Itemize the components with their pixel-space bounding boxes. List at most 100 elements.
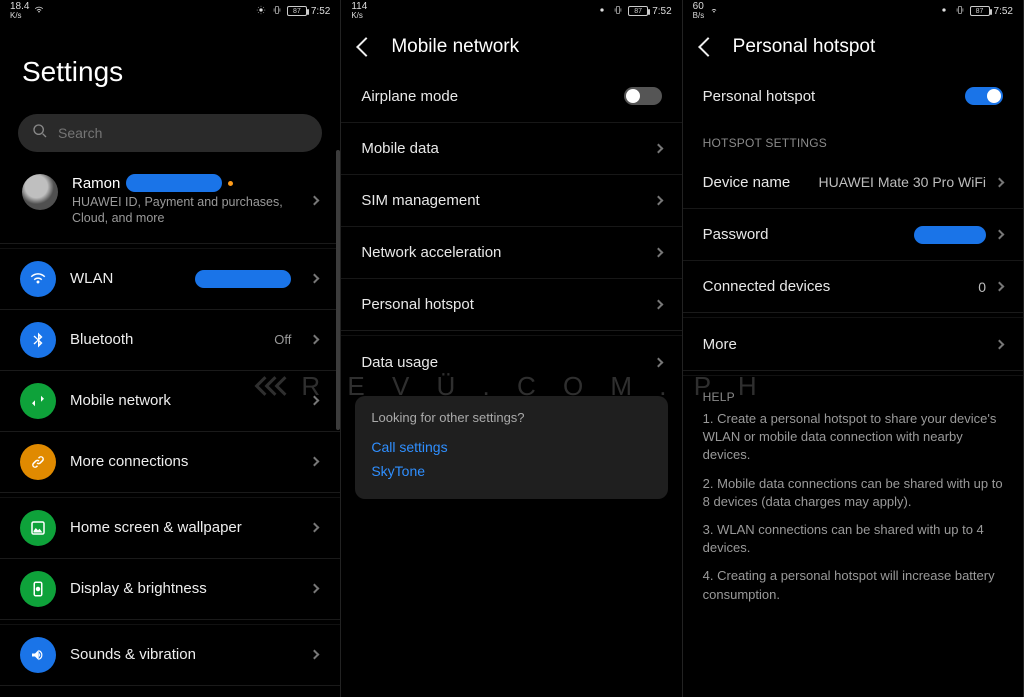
avatar bbox=[22, 174, 58, 210]
row-value: Off bbox=[274, 332, 291, 347]
chevron-right-icon bbox=[653, 248, 663, 258]
row-label: Personal hotspot bbox=[703, 88, 955, 105]
eye-care-icon bbox=[255, 5, 267, 18]
toggle-switch[interactable] bbox=[624, 87, 662, 105]
page-title: Settings bbox=[0, 22, 340, 106]
row-label: WLAN bbox=[70, 270, 181, 287]
related-settings-card: Looking for other settings? Call setting… bbox=[355, 396, 667, 499]
status-bar: 18.4K/s 87 7:52 bbox=[0, 0, 340, 22]
row-airplane-mode[interactable]: Airplane mode bbox=[341, 70, 681, 122]
notification-dot-icon bbox=[228, 181, 233, 186]
mobile-network-screen: 114K/s 87 7:52 Mobile network Airplane m… bbox=[341, 0, 682, 697]
row-label: More bbox=[703, 336, 986, 353]
wifi-icon bbox=[708, 5, 720, 18]
page-title: Mobile network bbox=[391, 36, 519, 58]
help-item: 3. WLAN connections can be shared with u… bbox=[703, 521, 1003, 557]
row-data-usage[interactable]: Data usage bbox=[341, 336, 681, 388]
vibrate-icon bbox=[612, 5, 624, 18]
settings-row-bluetooth[interactable]: BluetoothOff bbox=[0, 309, 340, 370]
battery-icon: 87 bbox=[970, 6, 990, 16]
settings-list: Data usage bbox=[341, 336, 681, 388]
personal-hotspot-screen: 60B/s 87 7:52 Personal hotspot Personal … bbox=[683, 0, 1024, 697]
row-label: Home screen & wallpaper bbox=[70, 519, 291, 536]
row-mobile-data[interactable]: Mobile data bbox=[341, 122, 681, 174]
more-row[interactable]: More bbox=[683, 318, 1023, 370]
row-network-acceleration[interactable]: Network acceleration bbox=[341, 226, 681, 278]
row-label: Data usage bbox=[361, 354, 644, 371]
row-password[interactable]: Password bbox=[683, 208, 1023, 260]
chevron-right-icon bbox=[995, 177, 1005, 187]
chevron-right-icon bbox=[310, 650, 320, 660]
section-title: HOTSPOT SETTINGS bbox=[683, 122, 1023, 156]
settings-row-wlan[interactable]: WLAN bbox=[0, 249, 340, 309]
row-label: Airplane mode bbox=[361, 88, 613, 105]
link-skytone[interactable]: SkyTone bbox=[371, 459, 651, 483]
back-button[interactable] bbox=[698, 37, 718, 57]
settings-row-home-screen-wallpaper[interactable]: Home screen & wallpaper bbox=[0, 498, 340, 558]
row-personal-hotspot[interactable]: Personal hotspot bbox=[341, 278, 681, 330]
toggle-switch[interactable] bbox=[965, 87, 1003, 105]
chevron-right-icon bbox=[653, 196, 663, 206]
row-label: Personal hotspot bbox=[361, 296, 644, 313]
row-label: Display & brightness bbox=[70, 580, 291, 597]
profile-name: Ramon bbox=[72, 175, 120, 192]
search-icon bbox=[32, 123, 48, 144]
chevron-right-icon bbox=[310, 457, 320, 467]
hotspot-master-toggle-row[interactable]: Personal hotspot bbox=[683, 70, 1023, 122]
row-sim-management[interactable]: SIM management bbox=[341, 174, 681, 226]
value-redacted bbox=[195, 270, 291, 288]
bluetooth-icon bbox=[20, 322, 56, 358]
chevron-right-icon bbox=[653, 300, 663, 310]
battery-icon: 87 bbox=[287, 6, 307, 16]
row-value: HUAWEI Mate 30 Pro WiFi bbox=[818, 174, 986, 190]
search-field[interactable] bbox=[58, 125, 308, 141]
settings-row-more-connections[interactable]: More connections bbox=[0, 431, 340, 492]
settings-list: WLAN BluetoothOff Mobile network More conne… bbox=[0, 249, 340, 697]
settings-row-sounds-vibration[interactable]: Sounds & vibration bbox=[0, 625, 340, 685]
vibrate-icon bbox=[954, 5, 966, 18]
profile-surname-redacted bbox=[126, 174, 222, 192]
eye-care-icon bbox=[938, 5, 950, 18]
status-bar: 114K/s 87 7:52 bbox=[341, 0, 681, 22]
back-button[interactable] bbox=[356, 37, 376, 57]
settings-list: Airplane mode Mobile data SIM management Ne… bbox=[341, 70, 681, 330]
value-redacted bbox=[914, 226, 986, 244]
link-call-settings[interactable]: Call settings bbox=[371, 435, 651, 459]
battery-icon: 87 bbox=[628, 6, 648, 16]
row-label: Password bbox=[703, 226, 904, 243]
wifi-icon bbox=[33, 5, 45, 18]
row-label: Mobile data bbox=[361, 140, 644, 157]
settings-row-notifications[interactable]: Notifications bbox=[0, 685, 340, 697]
help-item: 4. Creating a personal hotspot will incr… bbox=[703, 567, 1003, 603]
chevron-right-icon bbox=[653, 357, 663, 367]
search-input[interactable] bbox=[18, 114, 322, 152]
row-label: Device name bbox=[703, 174, 809, 191]
network-icon bbox=[20, 383, 56, 419]
clock: 7:52 bbox=[652, 6, 671, 17]
profile-row[interactable]: Ramon HUAWEI ID, Payment and purchases, … bbox=[0, 170, 340, 243]
row-label: Mobile network bbox=[70, 392, 291, 409]
row-label: Network acceleration bbox=[361, 244, 644, 261]
row-device-name[interactable]: Device name HUAWEI Mate 30 Pro WiFi bbox=[683, 156, 1023, 208]
settings-list: Device name HUAWEI Mate 30 Pro WiFi Passwo… bbox=[683, 156, 1023, 312]
card-title: Looking for other settings? bbox=[371, 410, 651, 425]
vibrate-icon bbox=[271, 5, 283, 18]
chevron-right-icon bbox=[310, 584, 320, 594]
row-label: Connected devices bbox=[703, 278, 969, 295]
chevron-right-icon bbox=[310, 335, 320, 345]
settings-row-mobile-network[interactable]: Mobile network bbox=[0, 370, 340, 431]
clock: 7:52 bbox=[311, 6, 330, 17]
section-title: HELP bbox=[683, 376, 1023, 410]
clock: 7:52 bbox=[994, 6, 1013, 17]
profile-subtitle: HUAWEI ID, Payment and purchases, Cloud,… bbox=[72, 194, 297, 227]
display-icon bbox=[20, 571, 56, 607]
scrollbar[interactable] bbox=[336, 150, 340, 430]
row-label: SIM management bbox=[361, 192, 644, 209]
row-label: More connections bbox=[70, 453, 291, 470]
wifi-icon bbox=[20, 261, 56, 297]
chevron-right-icon bbox=[995, 282, 1005, 292]
row-label: Sounds & vibration bbox=[70, 646, 291, 663]
settings-row-display-brightness[interactable]: Display & brightness bbox=[0, 558, 340, 619]
chevron-right-icon bbox=[310, 274, 320, 284]
row-connected-devices[interactable]: Connected devices0 bbox=[683, 260, 1023, 312]
